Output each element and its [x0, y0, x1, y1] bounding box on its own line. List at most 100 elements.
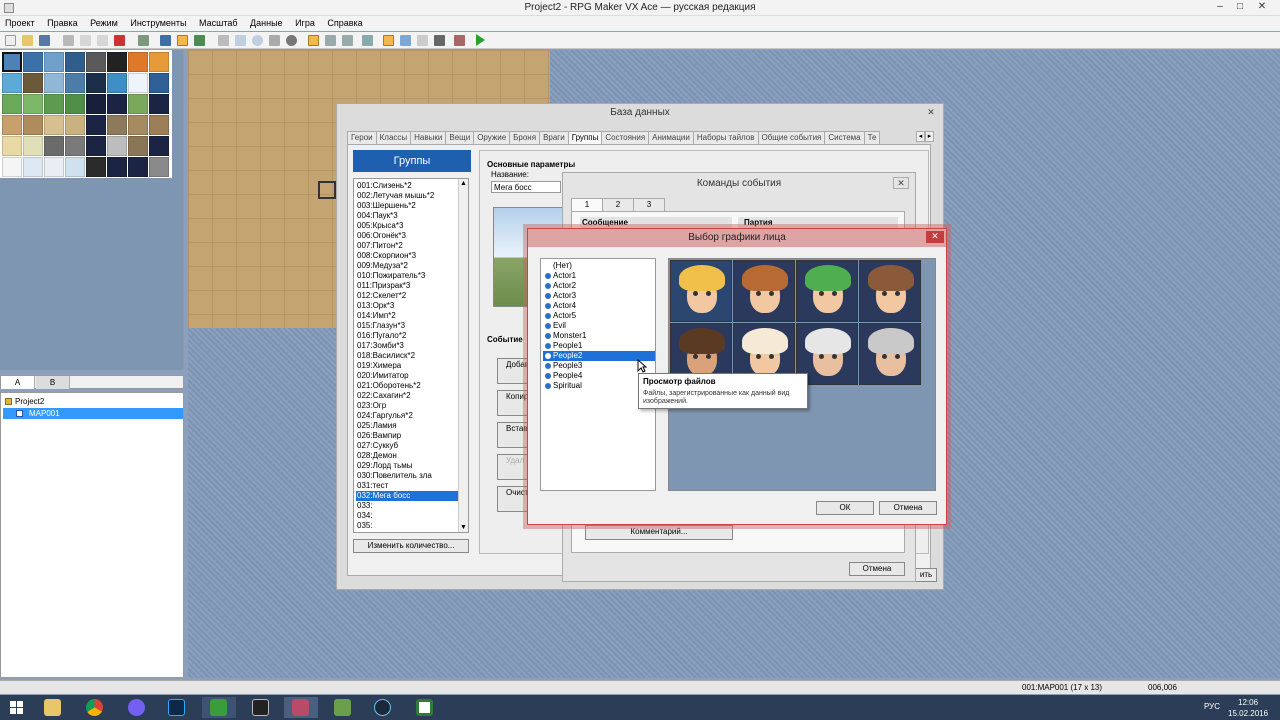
tile-night-snow[interactable]: [107, 157, 127, 177]
maximize-button[interactable]: □: [1232, 1, 1248, 14]
database-close-button[interactable]: ✕: [923, 107, 939, 119]
tab-items[interactable]: Вещи: [445, 131, 475, 144]
taskbar-film[interactable]: [244, 697, 278, 718]
tile-stone[interactable]: [44, 136, 64, 156]
list-item[interactable]: 026:Вампир: [356, 431, 458, 441]
tile-boulder[interactable]: [107, 115, 127, 135]
tile-lava-light[interactable]: [149, 52, 169, 72]
face-portrait[interactable]: [859, 260, 921, 322]
tile-hill[interactable]: [128, 94, 148, 114]
menu-tools[interactable]: Инструменты: [125, 16, 191, 30]
tree-item-project[interactable]: Project2: [3, 396, 44, 407]
tile-grass-dark[interactable]: [44, 94, 64, 114]
tile-grass-light[interactable]: [23, 94, 43, 114]
name-field[interactable]: Мега босс: [491, 181, 561, 193]
list-item[interactable]: 021:Оборотень*2: [356, 381, 458, 391]
event-cancel-button[interactable]: Отмена: [849, 562, 905, 576]
event-commands-close-button[interactable]: ✕: [893, 177, 909, 189]
script-editor-icon[interactable]: [417, 35, 428, 46]
taskbar-photoshop[interactable]: [160, 697, 194, 718]
list-item[interactable]: 005:Крыса*3: [356, 221, 458, 231]
fill-icon[interactable]: [269, 35, 280, 46]
list-item[interactable]: 017:Зомби*3: [356, 341, 458, 351]
tile-sky[interactable]: [149, 73, 169, 93]
list-item[interactable]: 030:Повелитель зла: [356, 471, 458, 481]
list-item[interactable]: 024:Гаргулья*2: [356, 411, 458, 421]
taskbar-explorer[interactable]: [36, 697, 70, 718]
face-dialog-close-button[interactable]: ✕: [926, 231, 944, 243]
menu-scale[interactable]: Масштаб: [194, 16, 243, 30]
zoom-half-icon[interactable]: [325, 35, 336, 46]
clock[interactable]: 12:06 15.02.2016: [1228, 697, 1268, 719]
tile-water-deep[interactable]: [23, 52, 43, 72]
tile-dirt-dark[interactable]: [23, 115, 43, 135]
layer-region-icon[interactable]: [194, 35, 205, 46]
menu-mode[interactable]: Режим: [85, 16, 123, 30]
taskbar-camtasia[interactable]: [202, 697, 236, 718]
face-portrait[interactable]: [796, 260, 858, 322]
layer-tab-a[interactable]: A: [1, 376, 35, 389]
zoom-quarter-icon[interactable]: [342, 35, 353, 46]
tile-ice[interactable]: [2, 73, 22, 93]
resource-manager-icon[interactable]: [400, 35, 411, 46]
tab-classes[interactable]: Классы: [375, 131, 412, 144]
taskbar-viber[interactable]: [120, 697, 154, 718]
tile-forest[interactable]: [65, 94, 85, 114]
list-item[interactable]: 025:Ламия: [356, 421, 458, 431]
tab-page-3[interactable]: 3: [633, 198, 665, 211]
tile-mountain[interactable]: [128, 115, 148, 135]
tile-water-shore[interactable]: [44, 52, 64, 72]
minimize-button[interactable]: –: [1212, 1, 1228, 14]
tile-night-rock[interactable]: [86, 115, 106, 135]
list-item[interactable]: 008:Скорпион*3: [356, 251, 458, 261]
tile-mountain-dark[interactable]: [149, 115, 169, 135]
tab-terms[interactable]: Те: [863, 131, 881, 144]
list-item[interactable]: 028:Демон: [356, 451, 458, 461]
pencil-icon[interactable]: [218, 35, 229, 46]
layer-tab-b[interactable]: B: [36, 376, 70, 389]
tile-night-tree[interactable]: [86, 94, 106, 114]
list-item[interactable]: 019:Химера: [356, 361, 458, 371]
tree-item-map[interactable]: MAP001: [3, 408, 183, 419]
list-item[interactable]: 001:Слизень*2: [356, 181, 458, 191]
tile-snow-mountain[interactable]: [149, 157, 169, 177]
tile-stone-light[interactable]: [65, 136, 85, 156]
ellipse-icon[interactable]: [252, 35, 263, 46]
menu-help[interactable]: Справка: [322, 16, 367, 30]
new-project-icon[interactable]: [5, 35, 16, 46]
delete-icon[interactable]: [114, 35, 125, 46]
tab-common-events[interactable]: Общие события: [757, 131, 826, 144]
rectangle-icon[interactable]: [235, 35, 246, 46]
tile-crater[interactable]: [86, 157, 106, 177]
menu-data[interactable]: Данные: [245, 16, 288, 30]
language-indicator[interactable]: РУС: [1204, 702, 1220, 711]
tab-system[interactable]: Система: [824, 131, 865, 144]
list-item[interactable]: 034:: [356, 511, 458, 521]
shadow-pen-icon[interactable]: [286, 35, 297, 46]
tile-night-mountain[interactable]: [149, 94, 169, 114]
ok-button[interactable]: ОК: [816, 501, 874, 515]
list-item[interactable]: 023:Огр: [356, 401, 458, 411]
close-button[interactable]: ✕: [1254, 1, 1270, 14]
cut-icon[interactable]: [63, 35, 74, 46]
taskbar-chrome[interactable]: [78, 697, 112, 718]
tile-night-ice[interactable]: [128, 157, 148, 177]
tab-scroll-right-button[interactable]: ▸: [925, 131, 934, 142]
list-item[interactable]: Actor4: [543, 301, 655, 311]
tab-page-1[interactable]: 1: [571, 198, 603, 211]
tile-crag[interactable]: [128, 136, 148, 156]
tab-page-2[interactable]: 2: [602, 198, 634, 211]
tile-night-cave[interactable]: [86, 136, 106, 156]
list-item[interactable]: 009:Медуза*2: [356, 261, 458, 271]
taskbar-game[interactable]: [326, 697, 360, 718]
list-item[interactable]: 003:Шершень*2: [356, 201, 458, 211]
tile-rock[interactable]: [86, 52, 106, 72]
list-item[interactable]: Evil: [543, 321, 655, 331]
face-portrait[interactable]: [670, 260, 732, 322]
tile-night-bush[interactable]: [107, 94, 127, 114]
list-item[interactable]: 010:Пожиратель*3: [356, 271, 458, 281]
list-item[interactable]: 011:Призрак*3: [356, 281, 458, 291]
list-item[interactable]: Actor5: [543, 311, 655, 321]
list-item-selected[interactable]: 032:Мега босс: [356, 491, 458, 501]
tab-troops[interactable]: Группы: [567, 131, 603, 144]
